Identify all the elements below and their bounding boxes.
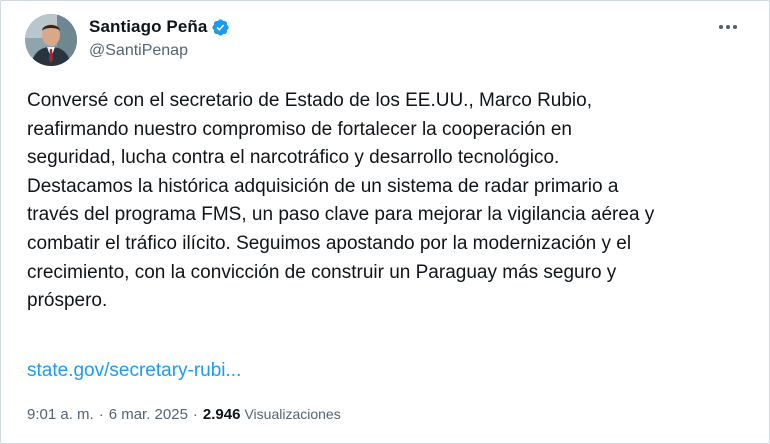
tweet-text-line: reafirmando nuestro compromiso de fortal… [27,118,572,140]
meta-separator: · [192,406,198,423]
tweet-text-line: Destacamos la histórica adquisición de u… [27,175,619,197]
tweet-card: Santiago Peña @SantiPenap Conversé con e… [0,0,770,444]
avatar-image [25,14,77,66]
tweet-text-line: Conversé con el secretario de Estado de … [27,90,592,111]
tweet-link[interactable]: state.gov/secretary-rubi... [27,357,241,385]
verified-badge-icon [211,18,230,37]
tweet-text-line: combatir el tráfico ilícito. Seguimos ap… [27,232,632,254]
author-name-row[interactable]: Santiago Peña [89,15,230,39]
more-options-icon[interactable] [713,15,743,39]
views-count: 2.946 [202,406,241,423]
author-handle[interactable]: @SantiPenap [89,42,188,60]
tweet-time[interactable]: 9:01 a. m. [27,406,94,423]
tweet-text-line: través del programa FMS, un paso clave p… [27,204,655,226]
tweet-text-line: crecimiento, con la convicción de constr… [27,261,617,283]
tweet-meta: 9:01 a. m. · 6 mar. 2025 · 2.946 Visuali… [27,406,341,423]
views-label: Visualizaciones [244,406,341,422]
avatar[interactable] [25,14,77,66]
meta-separator: · [98,406,104,423]
tweet-text: Conversé con el secretario de Estado de … [27,87,747,316]
tweet-text-line: próspero. [27,290,108,312]
author-display-name[interactable]: Santiago Peña [89,17,207,37]
tweet-text-line: seguridad, lucha contra el narcotráfico … [27,147,560,169]
tweet-date[interactable]: 6 mar. 2025 [109,406,188,423]
